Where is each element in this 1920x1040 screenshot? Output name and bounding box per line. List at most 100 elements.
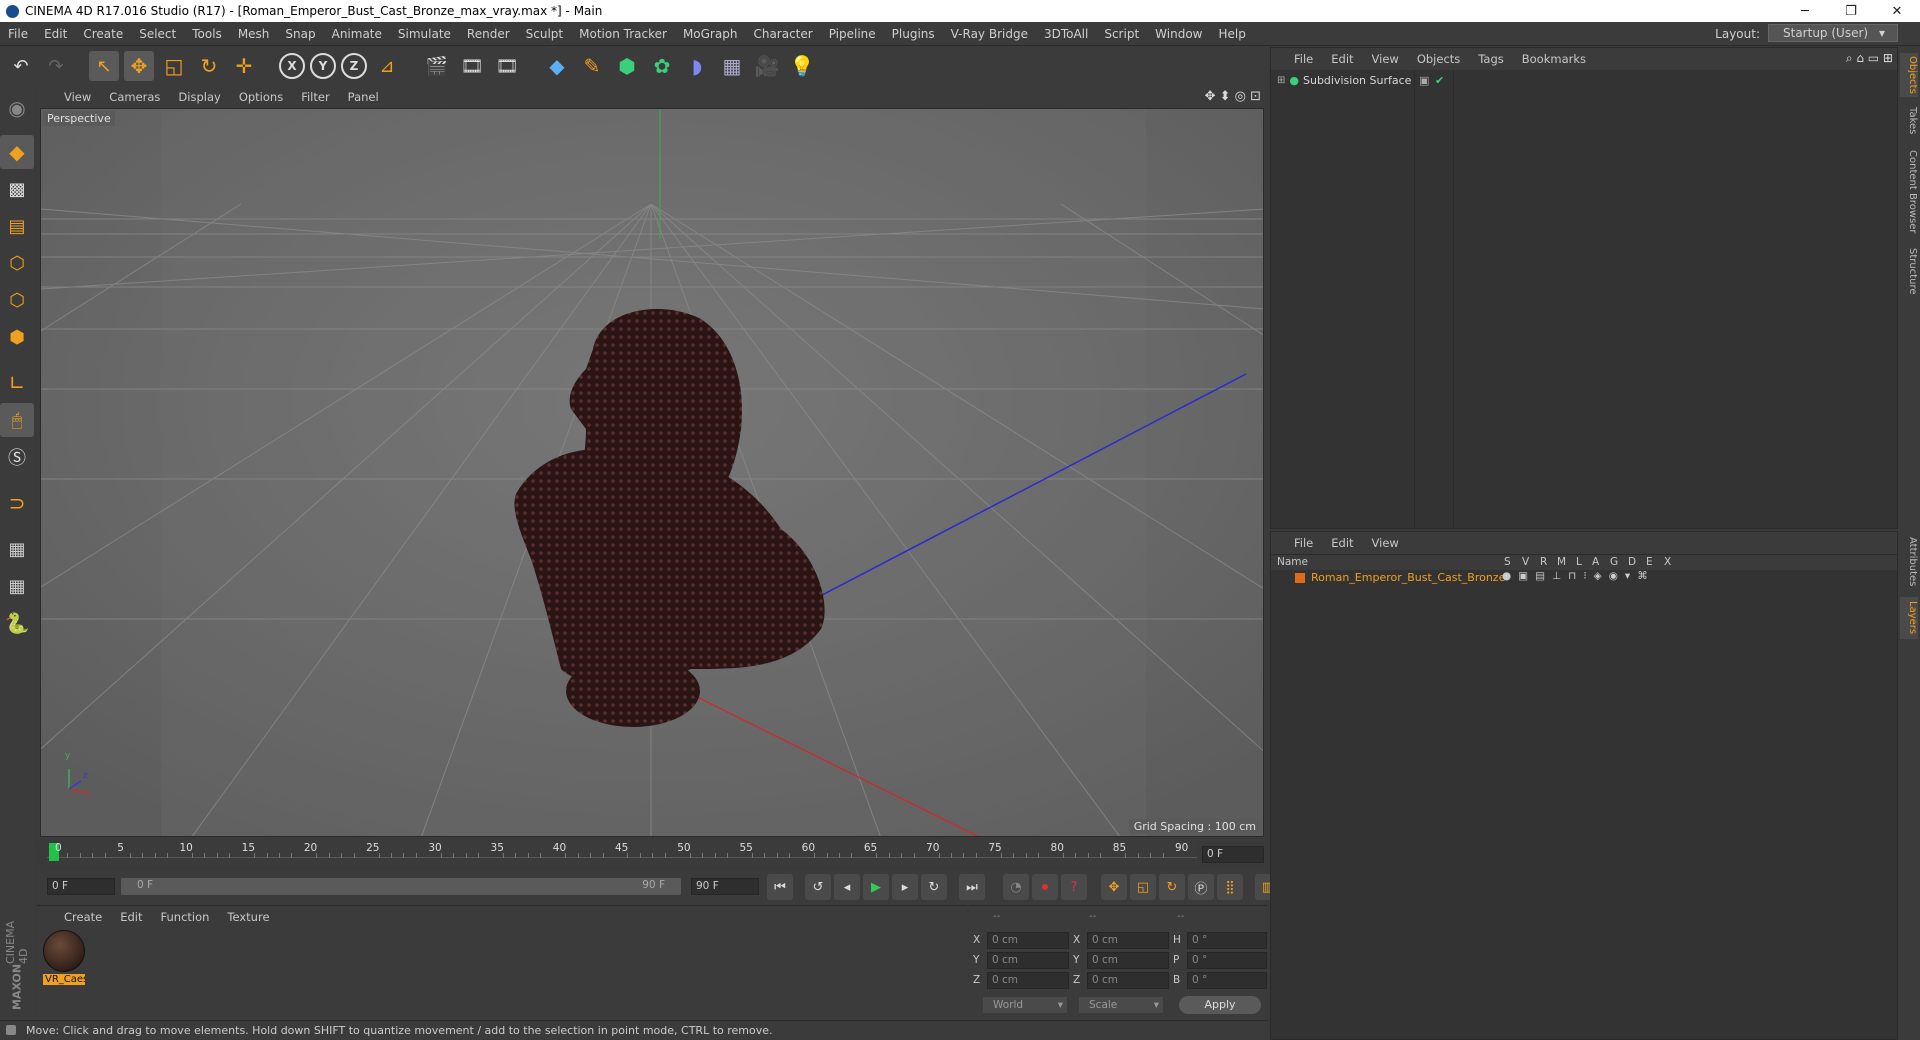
menu-vray-bridge[interactable]: V-Ray Bridge [943,27,1036,41]
polygons-mode-icon[interactable]: ⬢ [0,320,34,354]
key-position-icon[interactable]: ✥ [1101,874,1127,900]
close-button[interactable]: ✕ [1874,0,1920,22]
viewport-menu-view[interactable]: View [55,90,100,104]
layout-dropdown[interactable]: Startup (User) ▾ [1768,24,1898,42]
viewport-menu-display[interactable]: Display [169,90,229,104]
magnet-icon[interactable]: ⊃ [0,486,34,520]
layer-color-swatch[interactable] [1295,573,1305,583]
key-rotation-icon[interactable]: ↻ [1159,874,1185,900]
om-menu-file[interactable]: File [1285,52,1322,66]
menu-select[interactable]: Select [131,27,184,41]
om-menu-bookmarks[interactable]: Bookmarks [1513,52,1595,66]
mograph-cloner-icon[interactable]: ✿ [647,51,677,81]
step-back-icon[interactable]: ◂ [834,874,860,900]
previous-key-icon[interactable]: ↺ [805,874,831,900]
redo-icon[interactable]: ↷ [41,51,71,81]
om-menu-tags[interactable]: Tags [1469,52,1512,66]
python-icon[interactable]: 🐍 [0,606,34,640]
rotation-p-field[interactable]: 0 ° [1187,951,1267,969]
menu-create[interactable]: Create [75,27,131,41]
lock-workplane-icon[interactable]: ▦ [0,532,34,566]
make-editable-icon[interactable]: ◉ [0,91,34,125]
om-menu-objects[interactable]: Objects [1408,52,1469,66]
menu-snap[interactable]: Snap [277,27,323,41]
undo-icon[interactable]: ↶ [6,51,36,81]
edges-mode-icon[interactable]: ⬡ [0,283,34,317]
motion-record-icon[interactable]: ◔ [1003,874,1029,900]
render-settings-icon[interactable]: 🎞 [492,51,522,81]
light-icon[interactable]: 💡 [787,51,817,81]
deformer-icon[interactable]: ◗ [682,51,712,81]
material-menu-create[interactable]: Create [55,910,111,924]
size-x-field[interactable]: 0 cm [1087,931,1169,949]
material-thumbnail[interactable]: VR_Caes [43,930,85,988]
model-mode-icon[interactable]: ◆ [0,135,34,169]
lm-menu-view[interactable]: View [1363,536,1408,550]
key-parameter-icon[interactable]: Ⓟ [1188,874,1214,900]
spline-pen-icon[interactable]: ✎ [577,51,607,81]
menu-mesh[interactable]: Mesh [230,27,278,41]
x-axis-lock-icon[interactable]: X [279,53,305,79]
apply-button[interactable]: Apply [1179,996,1261,1014]
coord-scale-dropdown[interactable]: Scale ▾ [1079,997,1163,1013]
current-frame-field[interactable]: 0 F [1202,846,1264,863]
scale-tool-icon[interactable]: ◱ [159,51,189,81]
record-keyframe-icon[interactable]: ⏺ [1032,874,1058,900]
rotation-h-field[interactable]: 0 ° [1187,931,1267,949]
lm-menu-edit[interactable]: Edit [1322,536,1362,550]
layer-name[interactable]: Roman_Emperor_Bust_Cast_Bronze [1311,571,1505,584]
side-tab-takes[interactable]: Takes [1900,101,1918,141]
material-menu-function[interactable]: Function [152,910,219,924]
side-tab-attributes[interactable]: Attributes [1900,531,1918,593]
layer-row[interactable]: Roman_Emperor_Bust_Cast_Bronze ●▣▤⊥⊓⁝◈◉▾… [1271,570,1897,586]
om-menu-edit[interactable]: Edit [1322,52,1362,66]
end-frame-field[interactable]: 90 F [691,878,759,895]
y-axis-lock-icon[interactable]: Y [310,53,336,79]
planar-workplane-icon[interactable]: ▦ [0,569,34,603]
menu-render[interactable]: Render [459,27,518,41]
restore-button[interactable]: ❐ [1828,0,1874,22]
viewport-menu-options[interactable]: Options [230,90,292,104]
camera-icon[interactable]: 🎥 [752,51,782,81]
viewport-menu-cameras[interactable]: Cameras [100,90,169,104]
menu-edit[interactable]: Edit [36,27,75,41]
go-to-start-icon[interactable]: ⏮ [767,874,793,900]
snap-icon[interactable]: Ⓢ [0,440,34,474]
om-header-icons[interactable]: ⌕ ⌂ ▭ ⊞ [1846,51,1893,66]
timeline-ruler[interactable]: 0 5 10 15 20 25 30 35 40 45 50 55 60 65 70 75 80 85 90 [47,841,1197,865]
rotate-tool-icon[interactable]: ↻ [194,51,224,81]
side-tab-content-browser[interactable]: Content Browser [1900,147,1918,237]
go-to-end-icon[interactable]: ⏭ [959,874,985,900]
key-pla-icon[interactable]: ⣿ [1217,874,1243,900]
start-frame-field[interactable]: 0 F [47,878,115,895]
frame-range-slider[interactable]: 0 F 90 F [121,878,681,895]
render-picture-viewer-icon[interactable]: 🎞 [457,51,487,81]
menu-motion-tracker[interactable]: Motion Tracker [571,27,675,41]
material-menu-edit[interactable]: Edit [111,910,151,924]
visibility-toggle-icon[interactable]: ▣ [1419,74,1429,87]
points-mode-icon[interactable]: ⬡ [0,246,34,280]
menu-tools[interactable]: Tools [184,27,230,41]
step-forward-icon[interactable]: ▸ [892,874,918,900]
render-view-icon[interactable]: 🎬 [422,51,452,81]
menu-3dtoall[interactable]: 3DToAll [1036,27,1096,41]
viewport-menu-panel[interactable]: Panel [339,90,388,104]
play-icon[interactable]: ▶ [863,874,889,900]
menu-window[interactable]: Window [1147,27,1210,41]
size-y-field[interactable]: 0 cm [1087,951,1169,969]
live-select-icon[interactable]: ✛ [229,51,259,81]
enabled-check-icon[interactable]: ✔ [1435,74,1444,87]
viewport-menu-filter[interactable]: Filter [292,90,338,104]
size-z-field[interactable]: 0 cm [1087,971,1169,989]
position-z-field[interactable]: 0 cm [987,971,1069,989]
menu-script[interactable]: Script [1096,27,1147,41]
texture-mode-icon[interactable]: ▩ [0,172,34,206]
next-key-icon[interactable]: ↻ [921,874,947,900]
material-menu-texture[interactable]: Texture [218,910,278,924]
axis-mode-icon[interactable]: ∟ [0,366,34,400]
menu-animate[interactable]: Animate [324,27,390,41]
om-menu-view[interactable]: View [1363,52,1408,66]
floor-scene-icon[interactable]: ▦ [717,51,747,81]
menu-pipeline[interactable]: Pipeline [821,27,884,41]
lm-menu-file[interactable]: File [1285,536,1322,550]
